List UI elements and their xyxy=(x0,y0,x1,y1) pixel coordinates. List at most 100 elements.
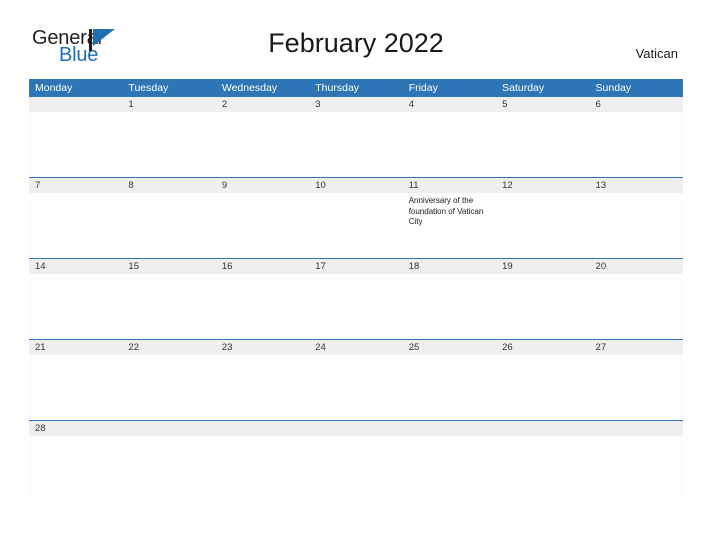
calendar-table: Monday Tuesday Wednesday Thursday Friday… xyxy=(29,79,683,501)
day-events xyxy=(590,436,683,439)
weekday-header-sunday: Sunday xyxy=(589,79,683,97)
calendar-week-row: 21 22 23 24 25 26 27 xyxy=(29,339,683,421)
day-events xyxy=(29,355,122,358)
day-number: 6 xyxy=(589,97,683,112)
calendar-day-cell[interactable]: 3 xyxy=(309,97,403,178)
day-events xyxy=(122,436,215,439)
calendar-day-cell[interactable]: 15 xyxy=(122,258,216,340)
day-number: 10 xyxy=(309,178,403,193)
day-number: 4 xyxy=(402,97,497,112)
day-events xyxy=(496,112,589,115)
day-events xyxy=(309,193,402,196)
day-events xyxy=(496,436,589,439)
calendar-day-cell[interactable]: 23 xyxy=(215,339,310,421)
calendar-day-cell[interactable]: 4 xyxy=(402,97,497,178)
day-events xyxy=(122,355,215,358)
weekday-header-friday: Friday xyxy=(402,79,497,97)
calendar-day-cell[interactable]: 2 xyxy=(215,97,310,178)
day-events xyxy=(590,193,683,196)
day-number: 23 xyxy=(215,340,310,355)
calendar-day-cell[interactable]: 6 xyxy=(589,97,683,178)
day-events xyxy=(496,274,589,277)
day-events xyxy=(496,355,589,358)
day-number: 1 xyxy=(122,97,216,112)
calendar-day-cell[interactable] xyxy=(496,420,590,501)
day-events xyxy=(216,112,309,115)
country-label: Vatican xyxy=(635,46,678,61)
day-events xyxy=(309,274,402,277)
calendar-day-cell[interactable] xyxy=(215,420,310,501)
calendar-day-cell[interactable]: 12 xyxy=(496,177,590,259)
weekday-header-wednesday: Wednesday xyxy=(215,79,310,97)
day-events xyxy=(590,355,683,358)
day-events xyxy=(309,355,402,358)
weekday-header-monday: Monday xyxy=(29,79,123,97)
day-number: 22 xyxy=(122,340,216,355)
day-events xyxy=(122,193,215,196)
day-events xyxy=(590,274,683,277)
day-number xyxy=(122,421,216,436)
day-events xyxy=(29,436,122,439)
calendar-day-cell[interactable]: 10 xyxy=(309,177,403,259)
day-number: 26 xyxy=(496,340,590,355)
calendar-day-cell[interactable]: 27 xyxy=(589,339,683,421)
calendar-day-cell[interactable]: 20 xyxy=(589,258,683,340)
day-number: 16 xyxy=(215,259,310,274)
day-number: 9 xyxy=(215,178,310,193)
calendar-week-row: 14 15 16 17 18 19 20 xyxy=(29,258,683,340)
day-events xyxy=(122,112,215,115)
calendar-day-cell[interactable]: 28 xyxy=(29,420,123,501)
day-number xyxy=(29,97,123,112)
calendar-day-cell[interactable]: 21 xyxy=(29,339,123,421)
calendar-day-cell[interactable]: 7 xyxy=(29,177,123,259)
day-number: 20 xyxy=(589,259,683,274)
day-number: 17 xyxy=(309,259,403,274)
calendar-day-cell[interactable]: 22 xyxy=(122,339,216,421)
day-number: 8 xyxy=(122,178,216,193)
calendar-day-cell[interactable]: 16 xyxy=(215,258,310,340)
calendar-day-cell[interactable] xyxy=(309,420,403,501)
calendar-day-cell[interactable]: 14 xyxy=(29,258,123,340)
calendar-day-cell[interactable]: 25 xyxy=(402,339,497,421)
day-events xyxy=(122,274,215,277)
day-events xyxy=(29,274,122,277)
day-events xyxy=(216,274,309,277)
day-events xyxy=(309,436,402,439)
calendar-day-cell[interactable]: 19 xyxy=(496,258,590,340)
calendar-day-cell[interactable]: 17 xyxy=(309,258,403,340)
calendar-day-cell[interactable] xyxy=(29,97,123,178)
general-blue-logo[interactable]: General Blue xyxy=(32,28,142,68)
day-number: 11 xyxy=(402,178,497,193)
day-number: 21 xyxy=(29,340,123,355)
day-events xyxy=(29,112,122,115)
day-number xyxy=(402,421,497,436)
calendar-day-cell[interactable]: 8 xyxy=(122,177,216,259)
calendar-day-cell[interactable]: 13 xyxy=(589,177,683,259)
calendar-day-cell[interactable] xyxy=(589,420,683,501)
day-events xyxy=(403,274,496,277)
calendar-day-cell[interactable]: 9 xyxy=(215,177,310,259)
day-number: 19 xyxy=(496,259,590,274)
calendar-day-cell[interactable] xyxy=(122,420,216,501)
calendar-day-cell[interactable]: 5 xyxy=(496,97,590,178)
calendar-day-cell[interactable]: 1 xyxy=(122,97,216,178)
day-number xyxy=(309,421,403,436)
day-events xyxy=(403,112,496,115)
day-number: 25 xyxy=(402,340,497,355)
day-number: 24 xyxy=(309,340,403,355)
day-number: 12 xyxy=(496,178,590,193)
calendar-day-cell[interactable]: 18 xyxy=(402,258,497,340)
day-events xyxy=(403,355,496,358)
calendar-week-row: 1 2 3 4 5 6 xyxy=(29,97,683,178)
calendar-day-cell[interactable] xyxy=(402,420,497,501)
day-number: 5 xyxy=(496,97,590,112)
calendar-day-cell[interactable]: 11 Anniversary of the foundation of Vatic… xyxy=(402,177,497,259)
day-events xyxy=(216,355,309,358)
calendar-day-cell[interactable]: 26 xyxy=(496,339,590,421)
calendar-day-cell[interactable]: 24 xyxy=(309,339,403,421)
calendar-week-row: 7 8 9 10 11 Anniversary of the foundation… xyxy=(29,177,683,259)
page-header: General Blue February 2022 Vatican xyxy=(0,0,712,74)
event-label[interactable]: Anniversary of the foundation of Vatican… xyxy=(409,196,491,228)
calendar-header-row: Monday Tuesday Wednesday Thursday Friday… xyxy=(29,79,683,97)
day-events xyxy=(29,193,122,196)
